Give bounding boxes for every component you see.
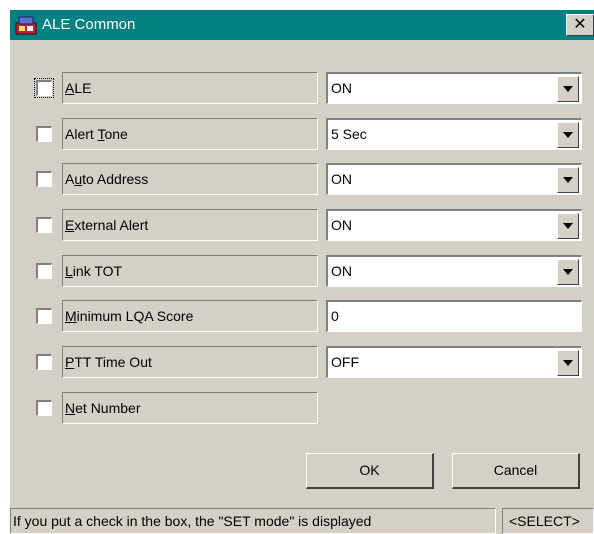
alert-tone-select-value: 5 Sec [331, 126, 367, 142]
external-alert-select[interactable]: ON [326, 209, 582, 241]
setting-row-external-alert: External Alert ON [10, 209, 594, 241]
auto-address-label: Auto Address [62, 163, 318, 195]
alert-tone-label: Alert Tone [62, 118, 318, 150]
external-alert-label: External Alert [62, 209, 318, 241]
ale-checkbox[interactable] [34, 78, 54, 98]
ok-button[interactable]: OK [306, 453, 434, 489]
net-number-label: Net Number [62, 392, 318, 424]
cancel-button[interactable]: Cancel [452, 453, 580, 489]
setting-row-auto-address: Auto Address ON [10, 163, 594, 195]
setting-row-net-number: Net Number [10, 392, 594, 424]
alert-tone-select[interactable]: 5 Sec [326, 118, 582, 150]
chevron-down-icon[interactable] [557, 76, 579, 102]
link-tot-label: Link TOT [62, 255, 318, 287]
chevron-down-icon[interactable] [557, 259, 579, 285]
setting-row-ptt-time-out: PTT Time Out OFF [10, 346, 594, 378]
external-alert-select-value: ON [331, 217, 352, 233]
close-icon: ✕ [573, 16, 587, 33]
minimum-lqa-score-label: Minimum LQA Score [62, 300, 318, 332]
auto-address-select[interactable]: ON [326, 163, 582, 195]
status-mode: <SELECT> [502, 508, 594, 534]
ale-label: ALE [62, 72, 318, 104]
net-number-checkbox[interactable] [36, 400, 52, 416]
title-bar[interactable]: ALE Common ✕ [10, 10, 594, 40]
ale-select-value: ON [331, 80, 352, 96]
link-tot-checkbox[interactable] [36, 263, 52, 279]
ptt-time-out-select-value: OFF [331, 354, 359, 370]
minimum-lqa-score-input[interactable]: 0 [326, 300, 582, 332]
chevron-down-icon[interactable] [557, 122, 579, 148]
chevron-down-icon[interactable] [557, 350, 579, 376]
setting-row-ale: ALE ON [10, 72, 594, 104]
ptt-time-out-label: PTT Time Out [62, 346, 318, 378]
setting-row-link-tot: Link TOT ON [10, 255, 594, 287]
setting-row-minimum-lqa-score: Minimum LQA Score 0 [10, 300, 594, 332]
link-tot-select[interactable]: ON [326, 255, 582, 287]
status-message: If you put a check in the box, the "SET … [10, 508, 496, 534]
alert-tone-checkbox[interactable] [36, 126, 52, 142]
link-tot-select-value: ON [331, 263, 352, 279]
ptt-time-out-checkbox[interactable] [36, 354, 52, 370]
chevron-down-icon[interactable] [557, 167, 579, 193]
external-alert-checkbox[interactable] [36, 217, 52, 233]
ale-select[interactable]: ON [326, 72, 582, 104]
ptt-time-out-select[interactable]: OFF [326, 346, 582, 378]
minimum-lqa-score-checkbox[interactable] [36, 308, 52, 324]
chevron-down-icon[interactable] [557, 213, 579, 239]
close-button[interactable]: ✕ [566, 14, 594, 36]
setting-row-alert-tone: Alert Tone 5 Sec [10, 118, 594, 150]
ale-common-dialog: ALE Common ✕ ALE ON Alert Tone 5 Sec Auto Ad… [10, 10, 594, 534]
auto-address-select-value: ON [331, 171, 352, 187]
window-title: ALE Common [42, 16, 136, 33]
radio-device-icon [15, 16, 37, 35]
auto-address-checkbox[interactable] [36, 171, 52, 187]
minimum-lqa-score-input-value: 0 [331, 308, 339, 324]
